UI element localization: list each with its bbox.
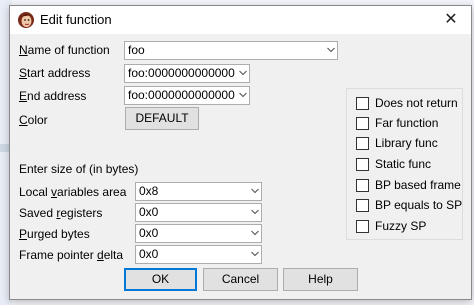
chevron-down-icon xyxy=(251,209,259,215)
saved-registers-combo[interactable]: 0x0 xyxy=(135,203,262,222)
enter-size-label: Enter size of (in bytes) xyxy=(19,162,139,176)
checkbox-box[interactable] xyxy=(356,117,369,130)
checkbox-box[interactable] xyxy=(356,199,369,212)
function-flags-group: Does not return Far function Library fun… xyxy=(346,88,463,240)
local-variables-combo[interactable]: 0x8 xyxy=(135,182,262,201)
checkbox-box[interactable] xyxy=(356,137,369,150)
ok-button[interactable]: OK xyxy=(124,268,197,291)
end-address-label: End address xyxy=(19,89,87,103)
purged-bytes-combo[interactable]: 0x0 xyxy=(135,224,262,243)
color-label: Color xyxy=(19,113,48,127)
dialog-title: Edit function xyxy=(40,12,112,27)
checkbox-box[interactable] xyxy=(356,220,369,233)
chevron-down-icon xyxy=(327,47,335,53)
chevron-down-icon xyxy=(239,92,247,98)
close-icon: ✕ xyxy=(444,11,458,28)
chevron-down-icon xyxy=(239,70,247,76)
frame-pointer-delta-label: Frame pointer delta xyxy=(19,248,124,262)
chevron-down-icon xyxy=(251,230,259,236)
close-button[interactable]: ✕ xyxy=(431,6,471,34)
end-address-combo[interactable]: foo:00000000000000020 xyxy=(124,86,250,105)
start-address-value: foo:0000000000000000 xyxy=(128,66,235,80)
name-of-function-value: foo xyxy=(128,43,145,57)
saved-registers-value: 0x0 xyxy=(139,205,159,219)
frame-pointer-delta-combo[interactable]: 0x0 xyxy=(135,245,262,264)
start-address-combo[interactable]: foo:0000000000000000 xyxy=(124,64,250,83)
chevron-down-icon xyxy=(251,188,259,194)
ida-app-icon xyxy=(18,12,34,28)
name-of-function-combo[interactable]: foo xyxy=(124,41,338,60)
frame-pointer-delta-value: 0x0 xyxy=(139,247,159,261)
checkbox-box[interactable] xyxy=(356,97,369,110)
checkbox-box[interactable] xyxy=(356,158,369,171)
purged-bytes-value: 0x0 xyxy=(139,226,159,240)
title-bar: Edit function ✕ xyxy=(10,6,471,34)
start-address-label: Start address xyxy=(19,66,91,80)
checkbox-box[interactable] xyxy=(356,179,369,192)
saved-registers-label: Saved registers xyxy=(19,206,103,220)
name-of-function-label: Name of function xyxy=(19,43,110,57)
purged-bytes-label: Purged bytes xyxy=(19,227,90,241)
local-variables-label: Local variables area xyxy=(19,185,127,199)
local-variables-value: 0x8 xyxy=(139,184,159,198)
chevron-down-icon xyxy=(251,251,259,257)
help-button[interactable]: Help xyxy=(283,268,358,291)
edit-function-dialog: Edit function ✕ Name of function foo Sta… xyxy=(9,5,472,300)
color-default-button[interactable]: DEFAULT xyxy=(125,107,199,130)
cancel-button[interactable]: Cancel xyxy=(203,268,278,291)
end-address-value: foo:00000000000000020 xyxy=(128,88,235,102)
